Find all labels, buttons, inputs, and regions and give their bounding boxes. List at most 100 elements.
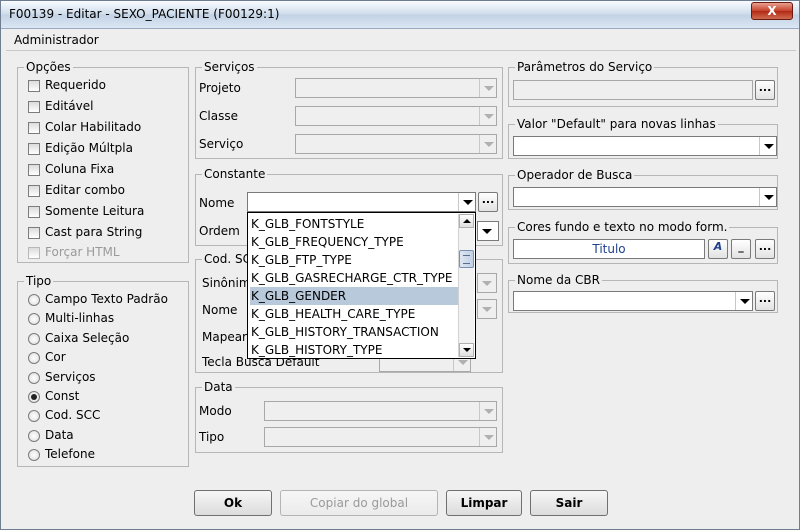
checkbox-label: Editável xyxy=(45,99,94,113)
chevron-down-icon[interactable] xyxy=(478,222,498,240)
cores-browse-button[interactable]: ... xyxy=(755,239,775,259)
font-button[interactable]: A xyxy=(708,239,728,259)
cores-legend: Cores fundo e texto no modo form. xyxy=(515,220,730,234)
dropdown-scrollbar[interactable] xyxy=(458,214,474,357)
checkbox-box[interactable] xyxy=(28,185,40,197)
data-legend: Data xyxy=(202,380,235,394)
radio-label: Multi-linhas xyxy=(45,311,115,325)
chevron-down-icon xyxy=(478,300,496,318)
nome-browse-button[interactable]: ... xyxy=(478,192,498,212)
data-tipo-label: Tipo xyxy=(199,430,225,444)
mapear-label: Mapear xyxy=(202,330,247,344)
chevron-down-icon[interactable] xyxy=(759,137,776,155)
operador-legend: Operador de Busca xyxy=(515,168,635,182)
data-tipo-combo xyxy=(264,427,497,447)
checkbox-box[interactable] xyxy=(28,227,40,239)
section-header-label: Administrador xyxy=(14,33,99,47)
dropdown-option[interactable]: K_GLB_FONTSTYLE xyxy=(250,215,458,233)
servico-combo xyxy=(295,134,497,154)
close-button[interactable]: X xyxy=(751,2,793,20)
checkbox-box[interactable] xyxy=(28,164,40,176)
nome-cbr-combo[interactable] xyxy=(513,291,753,311)
radio-label: Const xyxy=(45,389,80,403)
radio-button[interactable] xyxy=(28,410,40,422)
checkbox-box[interactable] xyxy=(28,101,40,113)
scroll-down-icon[interactable] xyxy=(459,343,474,357)
section-header: Administrador xyxy=(6,31,796,51)
sair-button[interactable]: Sair xyxy=(530,490,608,516)
servicos-legend: Serviços xyxy=(202,60,257,74)
nome-cbr-browse-button[interactable]: ... xyxy=(755,291,775,311)
ordem-combo[interactable] xyxy=(477,221,499,241)
scroll-up-icon[interactable] xyxy=(459,214,474,228)
radio-label: Serviços xyxy=(45,370,96,384)
codscc-nome-combo xyxy=(477,299,497,319)
window-title: F00139 - Editar - SEXO_PACIENTE (F00129:… xyxy=(9,7,280,21)
radio-button[interactable] xyxy=(28,372,40,384)
projeto-combo xyxy=(295,78,497,98)
radio-button[interactable] xyxy=(28,313,40,325)
chevron-down-icon[interactable] xyxy=(735,292,752,310)
limpar-button[interactable]: Limpar xyxy=(446,490,522,516)
checkbox-box xyxy=(28,247,40,259)
modo-combo xyxy=(264,401,497,421)
dropdown-option[interactable]: K_GLB_FREQUENCY_TYPE xyxy=(250,233,458,251)
valor-default-legend: Valor "Default" para novas linhas xyxy=(515,117,718,131)
checkbox-label: Cast para String xyxy=(45,225,143,239)
chevron-down-icon xyxy=(479,428,496,446)
opcoes-legend: Opções xyxy=(24,60,73,74)
checkbox-label: Editar combo xyxy=(45,183,125,197)
checkbox-box[interactable] xyxy=(28,80,40,92)
dropdown-option[interactable]: K_GLB_HISTORY_TYPE xyxy=(250,341,458,358)
chevron-down-icon[interactable] xyxy=(759,188,776,206)
checkbox-box[interactable] xyxy=(28,206,40,218)
radio-button[interactable] xyxy=(28,352,40,364)
constante-dropdown-list[interactable]: K_GLB_FONTSTYLE K_GLB_FREQUENCY_TYPE K_G… xyxy=(247,212,476,359)
radio-label: Telefone xyxy=(45,447,95,461)
classe-label: Classe xyxy=(199,109,238,123)
codscc-nome-label: Nome xyxy=(202,303,238,317)
dropdown-option[interactable]: K_GLB_HISTORY_TRANSACTION xyxy=(250,323,458,341)
checkbox-box[interactable] xyxy=(28,143,40,155)
radio-label: Cod. SCC xyxy=(45,408,101,422)
radio-button[interactable] xyxy=(28,333,40,345)
nome-cbr-legend: Nome da CBR xyxy=(515,273,602,287)
nome-label: Nome xyxy=(199,196,235,210)
checkbox-box[interactable] xyxy=(28,122,40,134)
opcoes-group: Opções Requerido Editável Colar Habilita… xyxy=(17,60,189,263)
ordem-label: Ordem xyxy=(199,224,240,238)
checkbox-label: Forçar HTML xyxy=(45,245,120,259)
titulo-preview[interactable]: Titulo xyxy=(513,239,705,259)
operador-combo[interactable] xyxy=(513,187,777,207)
chevron-down-icon[interactable] xyxy=(458,193,475,211)
radio-button[interactable] xyxy=(28,294,40,306)
dialog-window: F00139 - Editar - SEXO_PACIENTE (F00129:… xyxy=(0,0,800,530)
tipo-legend: Tipo xyxy=(24,274,54,288)
ok-button[interactable]: Ok xyxy=(194,490,272,516)
checkbox-label: Coluna Fixa xyxy=(45,162,115,176)
radio-button[interactable] xyxy=(28,430,40,442)
projeto-label: Projeto xyxy=(199,81,241,95)
radio-label: Data xyxy=(45,428,74,442)
title-bar: F00139 - Editar - SEXO_PACIENTE (F00129:… xyxy=(1,1,799,29)
parametros-legend: Parâmetros do Serviço xyxy=(515,60,655,74)
dropdown-option-selected[interactable]: K_GLB_GENDER xyxy=(250,287,458,305)
dropdown-option[interactable]: K_GLB_GASRECHARGE_CTR_TYPE xyxy=(250,269,458,287)
radio-button[interactable] xyxy=(28,449,40,461)
parametros-browse-button[interactable]: ... xyxy=(755,80,775,100)
radio-label: Caixa Seleção xyxy=(45,331,130,345)
constante-legend: Constante xyxy=(202,167,268,181)
checkbox-label: Somente Leitura xyxy=(45,204,145,218)
scroll-thumb[interactable] xyxy=(459,250,474,268)
valor-default-combo[interactable] xyxy=(513,136,777,156)
underscore-button[interactable]: _ xyxy=(731,239,751,259)
copiar-global-button: Copiar do global xyxy=(280,490,438,516)
nome-combo[interactable] xyxy=(247,192,476,212)
radio-button-checked[interactable] xyxy=(28,391,40,403)
dropdown-option[interactable]: K_GLB_HEALTH_CARE_TYPE xyxy=(250,305,458,323)
chevron-down-icon xyxy=(479,107,496,125)
chevron-down-icon xyxy=(479,135,496,153)
checkbox-label: Edição Múltpla xyxy=(45,141,133,155)
modo-label: Modo xyxy=(199,404,232,418)
dropdown-option[interactable]: K_GLB_FTP_TYPE xyxy=(250,251,458,269)
